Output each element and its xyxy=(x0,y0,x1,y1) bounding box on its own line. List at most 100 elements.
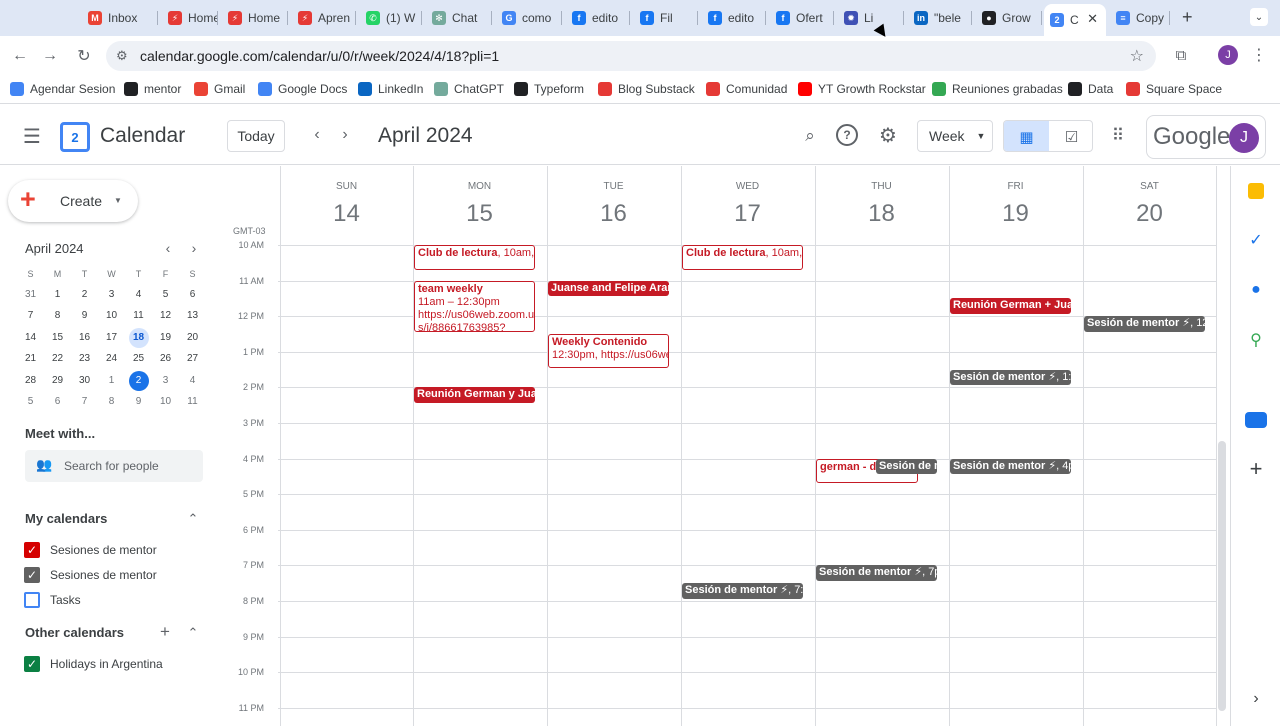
mini-day[interactable]: 1 xyxy=(98,370,125,391)
grid-scrollbar[interactable] xyxy=(1218,441,1226,711)
mini-prev-month-icon[interactable]: ‹ xyxy=(160,240,176,256)
calendar-event[interactable]: Sesión de m xyxy=(876,458,937,475)
browser-tab[interactable]: ✆ (1) W xyxy=(358,6,422,30)
extensions-icon[interactable]: ⧉ xyxy=(1170,44,1192,66)
mini-day[interactable]: 5 xyxy=(152,284,179,305)
contacts-icon[interactable]: ● xyxy=(1246,280,1266,300)
mini-day[interactable]: 16 xyxy=(71,327,98,348)
mini-day[interactable]: 10 xyxy=(152,391,179,412)
today-button[interactable]: Today xyxy=(227,120,285,152)
mini-day[interactable]: 9 xyxy=(125,391,152,412)
browser-menu-icon[interactable]: ⋮ xyxy=(1250,44,1268,66)
bookmark-item[interactable]: Blog Substack xyxy=(598,82,695,96)
mini-day[interactable]: 18 xyxy=(125,327,152,348)
calendar-list-item[interactable]: ✓ Sesiones de mentor xyxy=(24,565,157,585)
browser-tab[interactable]: M Inbox xyxy=(80,6,158,30)
bookmark-item[interactable]: Gmail xyxy=(194,82,245,96)
bookmark-item[interactable]: ChatGPT xyxy=(434,82,504,96)
bookmark-item[interactable]: mentor xyxy=(124,82,181,96)
maps-icon[interactable]: ⚲ xyxy=(1246,330,1266,350)
calendar-view-icon[interactable]: ▦ xyxy=(1004,121,1049,151)
mini-day[interactable]: 4 xyxy=(125,284,152,305)
bookmark-item[interactable]: Square Space xyxy=(1126,82,1222,96)
mini-day[interactable]: 23 xyxy=(71,349,98,370)
calendar-event[interactable]: Weekly Contenido 12:30pm, https://us06we xyxy=(548,334,669,368)
calendar-event[interactable]: Sesión de mentor ⚡, 7:3 xyxy=(682,583,803,599)
zoom-icon[interactable] xyxy=(1245,412,1267,428)
bookmark-item[interactable]: Reuniones grabadas xyxy=(932,82,1063,96)
mini-day[interactable]: 9 xyxy=(71,306,98,327)
mini-day[interactable]: 6 xyxy=(44,391,71,412)
mini-day[interactable]: 1 xyxy=(44,284,71,305)
browser-tab[interactable]: f edito xyxy=(700,6,766,30)
next-week-icon[interactable]: › xyxy=(334,124,356,146)
day-number[interactable]: 17 xyxy=(708,200,788,228)
create-button[interactable]: + Create ▼ xyxy=(8,180,138,222)
browser-tab[interactable]: ✹ Li xyxy=(836,6,904,30)
google-account-box[interactable]: Google J xyxy=(1146,115,1266,159)
mini-day[interactable]: 26 xyxy=(152,349,179,370)
view-selector[interactable]: Week ▼ xyxy=(917,120,993,152)
forward-icon[interactable]: → xyxy=(38,44,62,68)
tasks-icon[interactable]: ✓ xyxy=(1246,230,1266,250)
back-icon[interactable]: ← xyxy=(8,44,32,68)
add-addon-icon[interactable]: + xyxy=(1246,456,1266,481)
settings-gear-icon[interactable]: ⚙ xyxy=(876,123,900,147)
browser-tab[interactable]: ⚡ Home xyxy=(220,6,288,30)
browser-tab[interactable]: ✻ Chat xyxy=(424,6,492,30)
add-calendar-icon[interactable]: + xyxy=(156,622,174,641)
day-number[interactable]: 15 xyxy=(440,200,520,228)
expand-panel-icon[interactable]: › xyxy=(1246,689,1266,709)
bookmark-star-icon[interactable]: ☆ xyxy=(1130,46,1144,66)
site-settings-icon[interactable]: ⚙ xyxy=(116,48,128,64)
browser-tab[interactable]: Gcomo xyxy=(494,6,562,30)
profile-avatar[interactable]: J xyxy=(1218,45,1238,65)
calendar-event[interactable]: Sesión de mentor ⚡, 12p xyxy=(1084,316,1205,332)
my-calendars-collapse-icon[interactable]: ⌃ xyxy=(184,510,202,528)
tasks-view-icon[interactable]: ☑ xyxy=(1049,121,1092,151)
mini-day[interactable]: 24 xyxy=(98,349,125,370)
mini-day[interactable]: 2 xyxy=(71,284,98,305)
mini-day[interactable]: 8 xyxy=(44,306,71,327)
browser-tab[interactable]: 2 C ✕ xyxy=(1044,4,1106,36)
day-number[interactable]: 16 xyxy=(574,200,654,228)
calendar-event[interactable]: Sesión de mentor ⚡, 4pr xyxy=(950,458,1071,475)
day-number[interactable]: 20 xyxy=(1110,200,1190,228)
browser-tab[interactable]: ⚡ Home xyxy=(160,6,218,30)
mini-day[interactable]: 5 xyxy=(17,391,44,412)
day-number[interactable]: 14 xyxy=(307,200,387,228)
bookmark-item[interactable]: LinkedIn xyxy=(358,82,423,96)
mini-day[interactable]: 14 xyxy=(17,327,44,348)
mini-day[interactable]: 19 xyxy=(152,327,179,348)
browser-tab[interactable]: f Fil xyxy=(632,6,698,30)
mini-day[interactable]: 27 xyxy=(179,349,206,370)
calendar-checkbox[interactable]: ✓ xyxy=(24,656,40,672)
mini-day[interactable]: 3 xyxy=(98,284,125,305)
mini-day[interactable]: 11 xyxy=(125,306,152,327)
browser-tab[interactable]: f edito xyxy=(564,6,630,30)
bookmark-item[interactable]: Data xyxy=(1068,82,1113,96)
tab-search-icon[interactable]: ⌄ xyxy=(1250,8,1268,26)
search-people-input[interactable]: 👥 Search for people xyxy=(25,450,203,482)
apps-grid-icon[interactable]: ⠿ xyxy=(1106,124,1130,148)
calendar-event[interactable]: Sesión de mentor ⚡, 1:3 xyxy=(950,369,1071,386)
calendar-checkbox[interactable]: ✓ xyxy=(24,567,40,583)
browser-tab[interactable]: ⚡ Apren xyxy=(290,6,356,30)
bookmark-item[interactable]: Typeform xyxy=(514,82,584,96)
calendar-event[interactable]: Reunión German + Juans xyxy=(950,298,1071,315)
close-tab-icon[interactable]: ✕ xyxy=(1087,11,1098,27)
browser-tab[interactable]: ≡ Copy xyxy=(1108,6,1170,30)
mini-day[interactable]: 29 xyxy=(44,370,71,391)
calendar-event[interactable]: team weekly 11am – 12:30pm https://us06web… xyxy=(414,280,535,332)
address-bar[interactable]: ⚙ calendar.google.com/calendar/u/0/r/wee… xyxy=(106,41,1156,71)
bookmark-item[interactable]: Agendar Sesion xyxy=(10,82,115,96)
other-calendars-title[interactable]: Other calendars xyxy=(25,625,124,640)
calendar-event[interactable]: Reunión German y Juans xyxy=(414,387,535,404)
mini-day[interactable]: 30 xyxy=(71,370,98,391)
mini-day[interactable]: 3 xyxy=(152,370,179,391)
mini-day[interactable]: 6 xyxy=(179,284,206,305)
main-menu-icon[interactable]: ☰ xyxy=(20,124,44,148)
calendar-event[interactable]: Sesión de mentor ⚡, 7pm xyxy=(816,565,937,582)
mini-day[interactable]: 8 xyxy=(98,391,125,412)
browser-tab[interactable]: f Ofert xyxy=(768,6,834,30)
